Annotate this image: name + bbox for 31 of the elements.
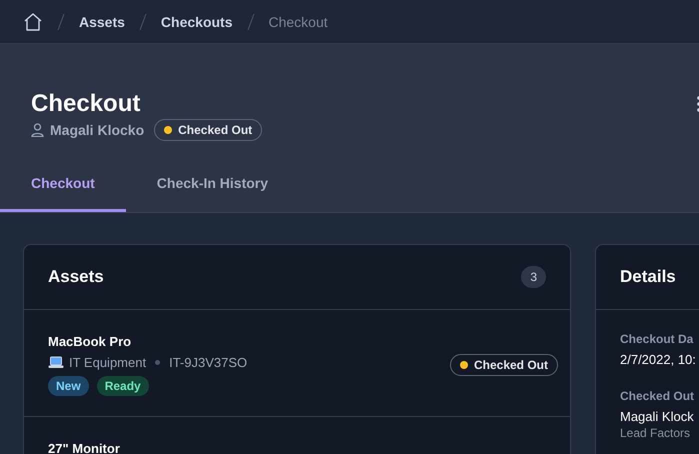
field-value: Magali Klock bbox=[620, 409, 695, 424]
asset-row[interactable]: MacBook Pro IT Equipment IT-9J3V37SO New Ready Checked Out bbox=[24, 310, 570, 417]
breadcrumb-separator-icon bbox=[57, 12, 65, 30]
asset-category: IT Equipment bbox=[69, 355, 146, 370]
breadcrumb-separator-icon bbox=[138, 12, 147, 30]
breadcrumb-link[interactable]: Checkouts bbox=[160, 14, 232, 30]
tag: New bbox=[48, 376, 89, 396]
field-value: 2/7/2022, 10: bbox=[620, 352, 697, 367]
count-badge: 3 bbox=[521, 266, 546, 288]
tab[interactable]: Check-In History bbox=[126, 165, 300, 212]
field-subtext: Lead Factors bbox=[620, 426, 692, 440]
card-title: Details bbox=[620, 267, 676, 287]
asset-row[interactable]: 27" Monitor bbox=[24, 417, 570, 454]
user-icon bbox=[31, 123, 44, 137]
breadcrumb-link[interactable]: Assets bbox=[79, 14, 125, 30]
asset-name: 27" Monitor bbox=[48, 441, 120, 454]
tag: Ready bbox=[96, 376, 149, 396]
field-label: Checkout Da bbox=[620, 332, 694, 346]
page-title: Checkout bbox=[31, 90, 140, 118]
card-title: Assets bbox=[48, 267, 104, 287]
breadcrumb-separator-icon bbox=[246, 12, 254, 30]
status-badge: Checked Out bbox=[450, 354, 558, 376]
breadcrumb-link[interactable]: Checkout bbox=[268, 14, 328, 30]
field-label: Checked Out bbox=[620, 389, 696, 403]
home-icon[interactable] bbox=[23, 12, 43, 30]
tab[interactable]: Checkout bbox=[0, 165, 126, 212]
asset-tag: IT-9J3V37SO bbox=[169, 355, 248, 370]
user-name: Magali Klocko bbox=[50, 122, 144, 138]
status-badge: Checked Out bbox=[154, 119, 262, 141]
laptop-icon bbox=[48, 356, 64, 369]
asset-name: MacBook Pro bbox=[48, 334, 132, 349]
